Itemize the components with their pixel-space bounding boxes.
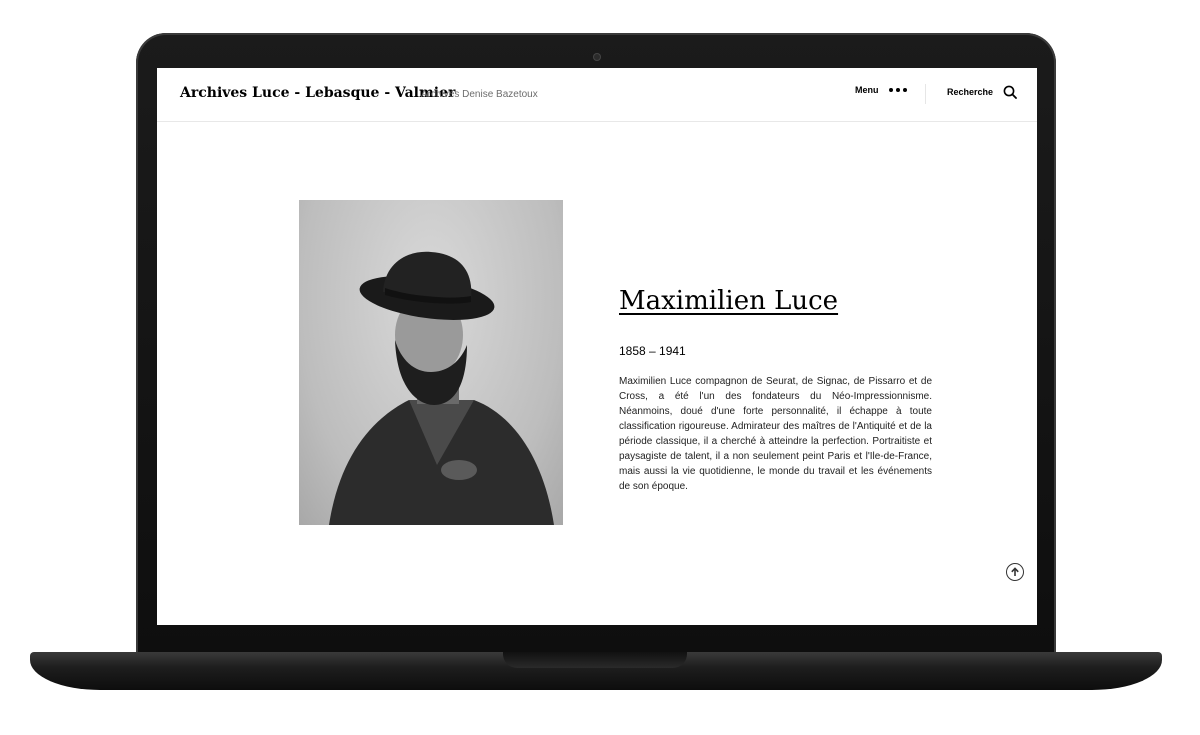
artist-description: Maximilien Luce compagnon de Seurat, de … [619,376,932,492]
more-dots-icon [888,88,907,92]
artist-name-link[interactable]: Maximilien Luce [619,286,932,316]
scroll-to-top-button[interactable] [1006,563,1024,581]
site-description: Archives Denise Bazetoux [421,89,538,100]
artist-dates: 1858 – 1941 [619,344,686,358]
laptop-notch [503,652,687,668]
search-label: Recherche [947,87,994,97]
arrow-up-circle-icon [1011,567,1019,576]
browser-screen: Archives Luce - Lebasque - Valmier Archi… [157,68,1037,625]
laptop-mockup: Archives Luce - Lebasque - Valmier Archi… [0,0,1200,735]
site-title[interactable]: Archives Luce - Lebasque - Valmier [180,85,455,101]
search-icon [1003,85,1017,99]
menu-label: Menu [855,85,879,95]
menu-button[interactable]: Menu [855,85,907,95]
artist-bio: Maximilien Luce 1858 – 1941 Maximilien L… [619,286,932,504]
camera-dot [593,53,601,61]
header-divider [925,84,926,104]
search-button[interactable]: Recherche [947,85,1017,99]
site-header: Archives Luce - Lebasque - Valmier Archi… [157,68,1037,122]
artist-portrait-photo [299,200,563,525]
